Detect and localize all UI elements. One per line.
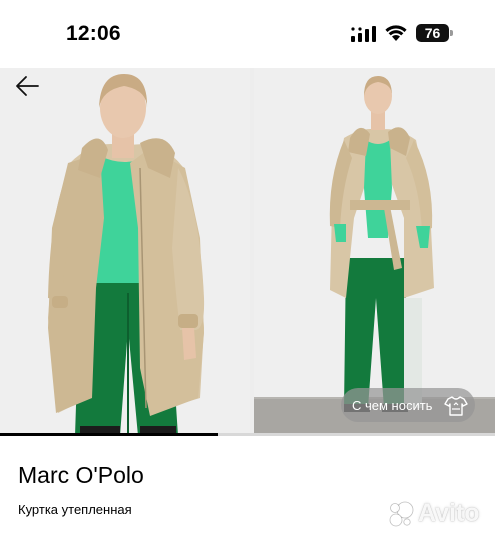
cellular-signal-icon: [351, 26, 376, 42]
wifi-icon: [385, 25, 407, 41]
back-arrow-icon[interactable]: [14, 72, 42, 100]
battery-level: 76: [416, 24, 449, 42]
battery-tip: [450, 30, 453, 36]
model-illustration-front: [0, 68, 250, 436]
product-photo-front[interactable]: [0, 68, 250, 436]
model-illustration-full: [254, 68, 495, 436]
gallery-progress-fill: [0, 433, 218, 436]
product-title: Куртка утепленная: [18, 502, 132, 517]
gallery-progress-track: [0, 433, 495, 436]
avito-watermark: Avito: [388, 499, 486, 529]
product-photo-gallery[interactable]: [0, 68, 495, 436]
hanger-shirt-icon: [444, 396, 468, 416]
status-bar: 12:06 76: [0, 0, 495, 66]
avito-logo-icon: [389, 501, 414, 527]
battery-indicator: 76: [416, 24, 454, 42]
product-photo-full-length[interactable]: [254, 68, 495, 436]
avito-watermark-text: Avito: [418, 499, 480, 527]
status-time: 12:06: [66, 22, 121, 45]
product-brand: Marc O'Polo: [18, 462, 144, 488]
wear-with-label: С чем носить: [352, 397, 433, 413]
wear-with-button[interactable]: С чем носить: [341, 388, 475, 422]
